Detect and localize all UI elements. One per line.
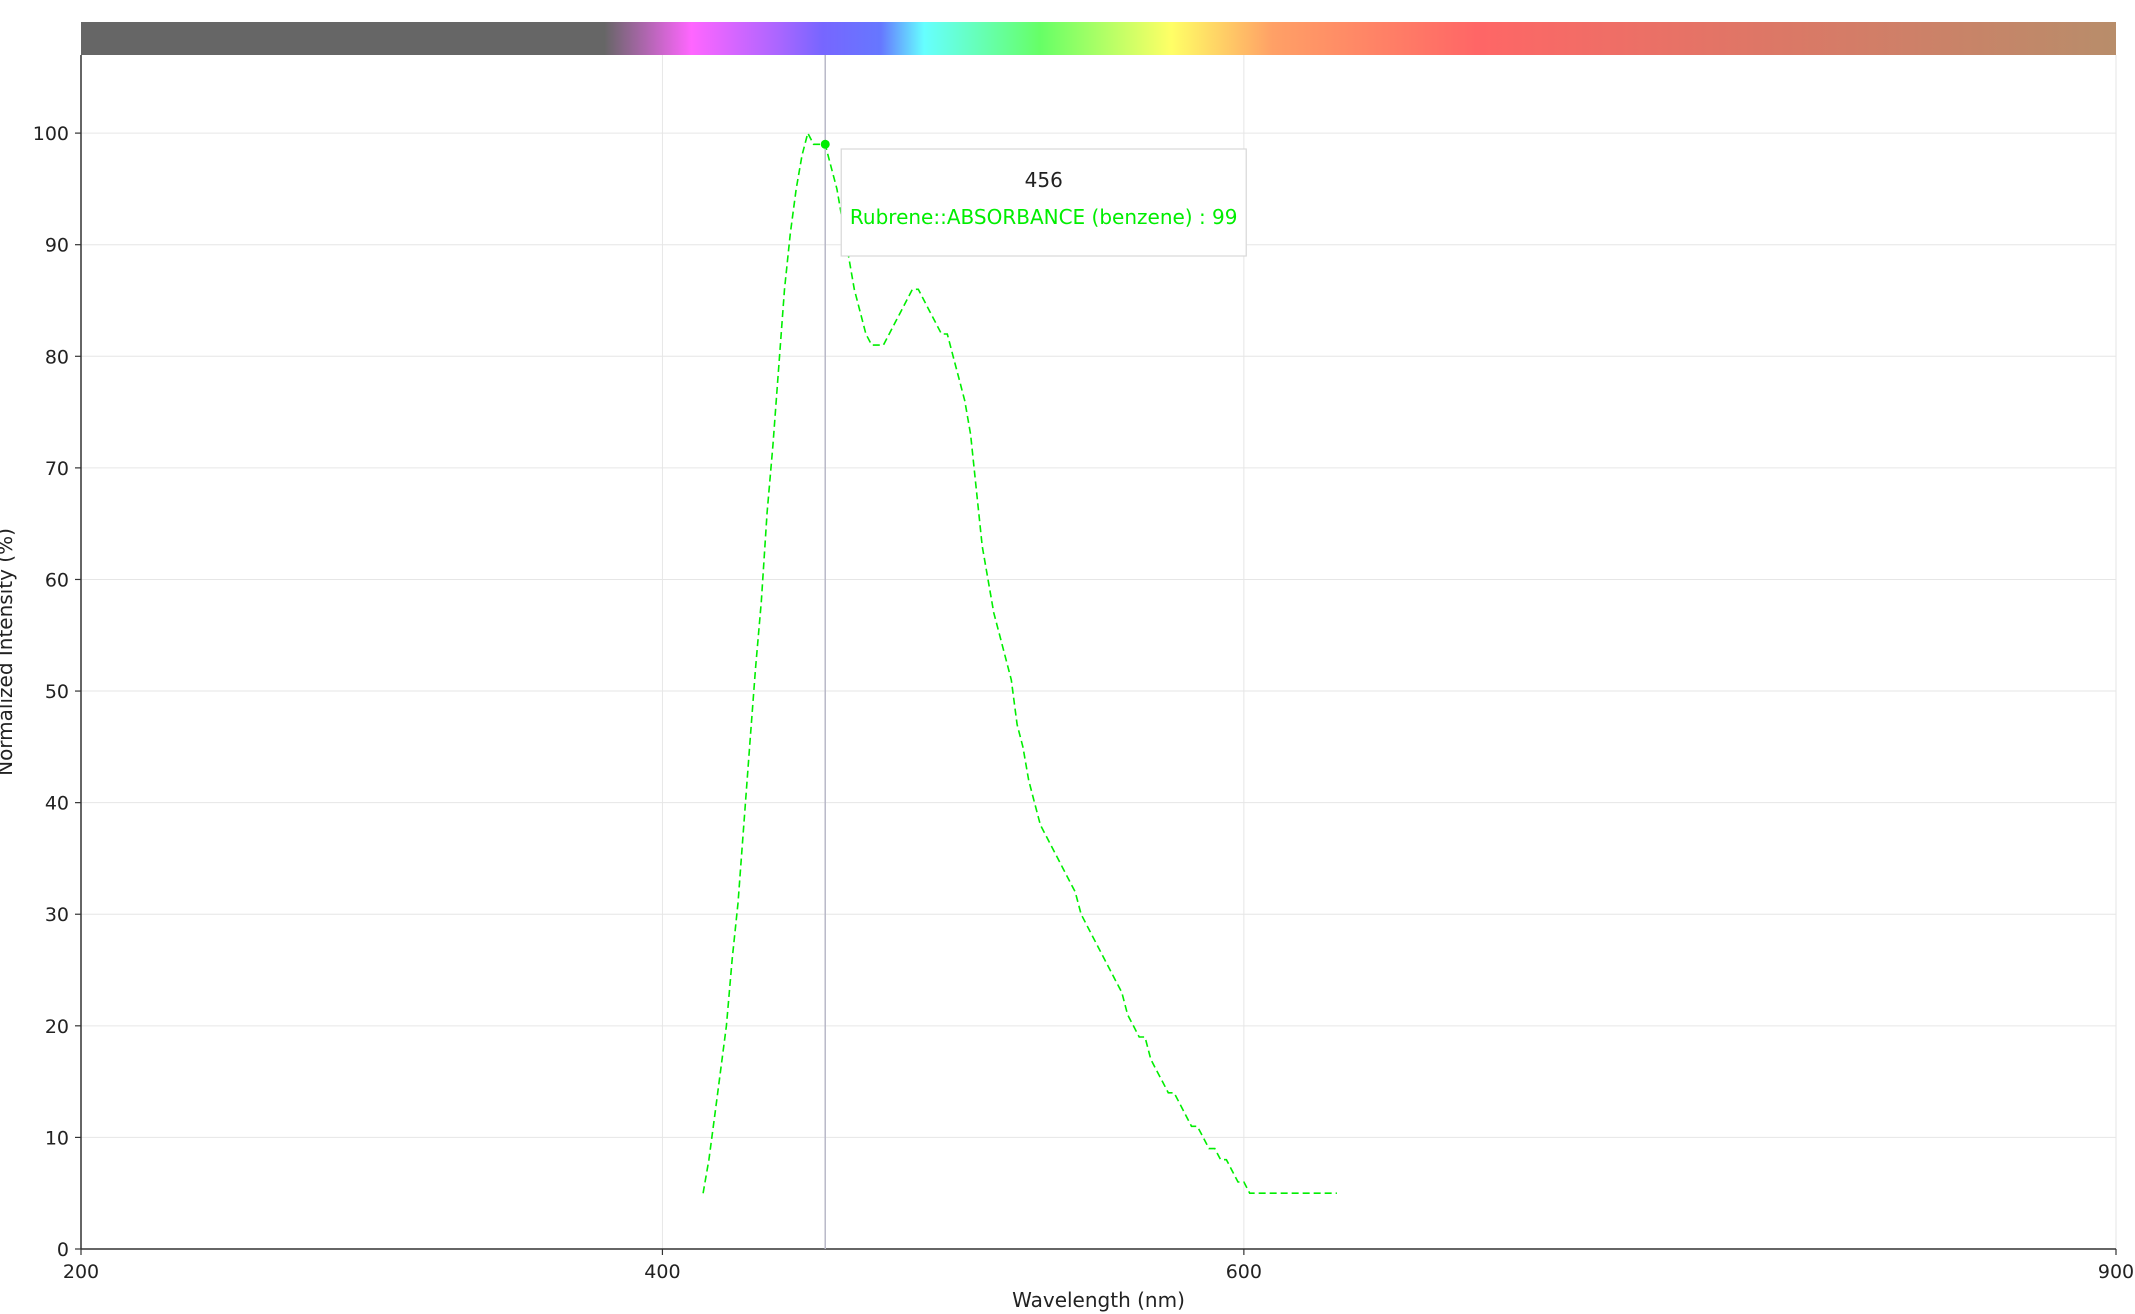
x-tick-label: 900	[2098, 1261, 2134, 1283]
y-tick-label: 20	[45, 1016, 69, 1038]
x-tick-label: 600	[1226, 1261, 1262, 1283]
hover-tooltip: 456 Rubrene::ABSORBANCE (benzene) : 99	[840, 148, 1247, 257]
y-tick-label: 70	[45, 458, 69, 480]
visible-spectrum-bar	[81, 22, 2116, 55]
tooltip-box	[840, 148, 1247, 257]
y-tick-label: 80	[45, 346, 69, 368]
x-axis-title: Wavelength (nm)	[1012, 1288, 1185, 1312]
y-tick-label: 0	[57, 1239, 69, 1261]
spectrum-chart: 0 10 20 30 40 50 60 70 80 90 100 200 400 600 900 Wavel…	[0, 0, 2135, 1314]
hover-point-marker	[820, 139, 830, 149]
chart-canvas: 0 10 20 30 40 50 60 70 80 90 100 200 400 600 900 Wavel…	[0, 0, 2135, 1314]
y-axis-title: Normalized Intensity (%)	[0, 528, 17, 776]
tooltip-series-value: Rubrene::ABSORBANCE (benzene) : 99	[850, 205, 1238, 229]
y-tick-label: 100	[33, 123, 69, 145]
x-tick-label: 400	[644, 1261, 680, 1283]
y-tick-label: 30	[45, 904, 69, 926]
y-tick-label: 40	[45, 793, 69, 815]
x-tick-label: 200	[63, 1261, 99, 1283]
y-tick-label: 10	[45, 1127, 69, 1149]
y-tick-label: 90	[45, 235, 69, 257]
tooltip-title: 456	[1025, 168, 1063, 192]
y-tick-label: 50	[45, 681, 69, 703]
y-tick-label: 60	[45, 569, 69, 591]
